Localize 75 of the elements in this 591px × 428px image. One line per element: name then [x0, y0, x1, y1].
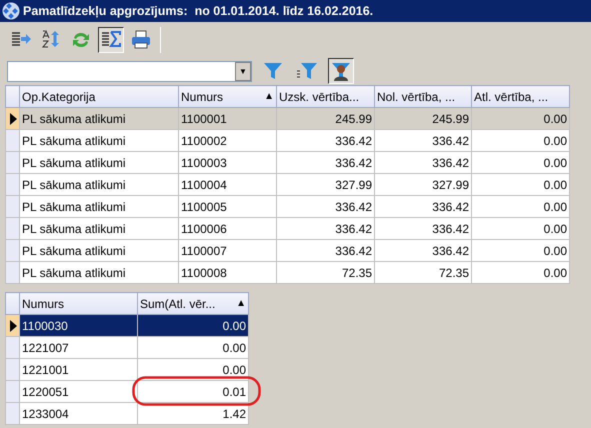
table-cell: PL sākuma atlikumi [20, 240, 178, 262]
row-indicator[interactable] [6, 108, 20, 130]
table-cell: 0.00 [472, 174, 570, 196]
column-header[interactable]: Op.Kategorija [20, 86, 178, 108]
filter-dropdown[interactable]: ▼ [7, 60, 252, 82]
table-cell: 72.35 [374, 262, 472, 284]
toolbar-button[interactable] [98, 26, 124, 52]
table-cell: 0.00 [472, 108, 570, 130]
table-cell: 72.35 [276, 262, 374, 284]
table-cell: 1100004 [178, 174, 276, 196]
column-header[interactable]: Numurs ▲ [178, 86, 276, 108]
table-cell: 336.42 [276, 240, 374, 262]
sort-icon [40, 28, 62, 50]
table-cell: 0.00 [472, 130, 570, 152]
app-logo-icon [2, 2, 20, 20]
table-cell: 336.42 [276, 218, 374, 240]
table-cell: 1220051 [20, 380, 138, 402]
printer-icon [130, 28, 152, 50]
current-row-icon [8, 112, 16, 124]
table-cell: PL sākuma atlikumi [20, 196, 178, 218]
filter-user-icon [330, 60, 352, 82]
table-cell: 0.00 [472, 262, 570, 284]
table-cell: 1221001 [20, 358, 138, 380]
table-cell: PL sākuma atlikumi [20, 262, 178, 284]
column-header[interactable]: Uzsk. vērtība... [276, 86, 374, 108]
filter-button[interactable] [328, 58, 354, 84]
table-cell: PL sākuma atlikumi [20, 174, 178, 196]
column-header[interactable]: Nol. vērtība, ... [374, 86, 472, 108]
table-cell: 1100005 [178, 196, 276, 218]
table-cell: 1100007 [178, 240, 276, 262]
table-cell: PL sākuma atlikumi [20, 130, 178, 152]
table-cell: PL sākuma atlikumi [20, 218, 178, 240]
table-cell: 1221007 [20, 336, 138, 358]
table-cell: 0.00 [472, 240, 570, 262]
table-cell: 336.42 [374, 218, 472, 240]
table-cell: 1100008 [178, 262, 276, 284]
table-cell: 1100030 [20, 314, 138, 336]
window-title: Pamatlīdzekļu apgrozījums: no 01.01.2014. līdz 16.02.2016. [23, 2, 374, 20]
table-cell: 1233004 [20, 402, 138, 424]
table-cell: 327.99 [374, 174, 472, 196]
table-cell: 336.42 [374, 196, 472, 218]
table-cell: 0.00 [138, 314, 248, 336]
row-indicator[interactable] [6, 314, 20, 336]
table-cell: 0.00 [138, 358, 248, 380]
table-cell: 336.42 [374, 130, 472, 152]
current-row-icon [8, 320, 16, 332]
table-cell: 1100001 [178, 108, 276, 130]
column-header[interactable]: Sum(Atl. vēr... ▲ [138, 292, 248, 314]
sort-arrow-icon: ▲ [236, 296, 246, 311]
column-header[interactable]: Atl. vērtība, ... [472, 86, 570, 108]
table-cell: 327.99 [276, 174, 374, 196]
table-cell: 245.99 [374, 108, 472, 130]
table-cell: 1.42 [138, 402, 248, 424]
table-cell: 0.00 [472, 196, 570, 218]
table-cell: 1100003 [178, 152, 276, 174]
filter-icon [262, 60, 284, 82]
table-cell: 1100002 [178, 130, 276, 152]
table-cell: PL sākuma atlikumi [20, 152, 178, 174]
table-cell: 245.99 [276, 108, 374, 130]
table-cell: 336.42 [374, 240, 472, 262]
column-label: Sum(Atl. vēr... [140, 296, 216, 312]
filter-icon [296, 60, 318, 82]
table-cell: 0.00 [138, 336, 248, 358]
table-cell: PL sākuma atlikumi [20, 108, 178, 130]
table-cell: 336.42 [276, 152, 374, 174]
sort-arrow-icon: ▲ [264, 89, 274, 104]
table-cell: 336.42 [276, 130, 374, 152]
table-cell: 0.00 [472, 152, 570, 174]
column-header[interactable]: Numurs [20, 292, 138, 314]
column-label: Numurs [181, 88, 224, 106]
dropdown-arrow-button[interactable]: ▼ [235, 62, 251, 80]
table-cell: 0.00 [472, 218, 570, 240]
table-cell: 336.42 [276, 196, 374, 218]
table-cell: 336.42 [374, 152, 472, 174]
table-cell: 1100006 [178, 218, 276, 240]
